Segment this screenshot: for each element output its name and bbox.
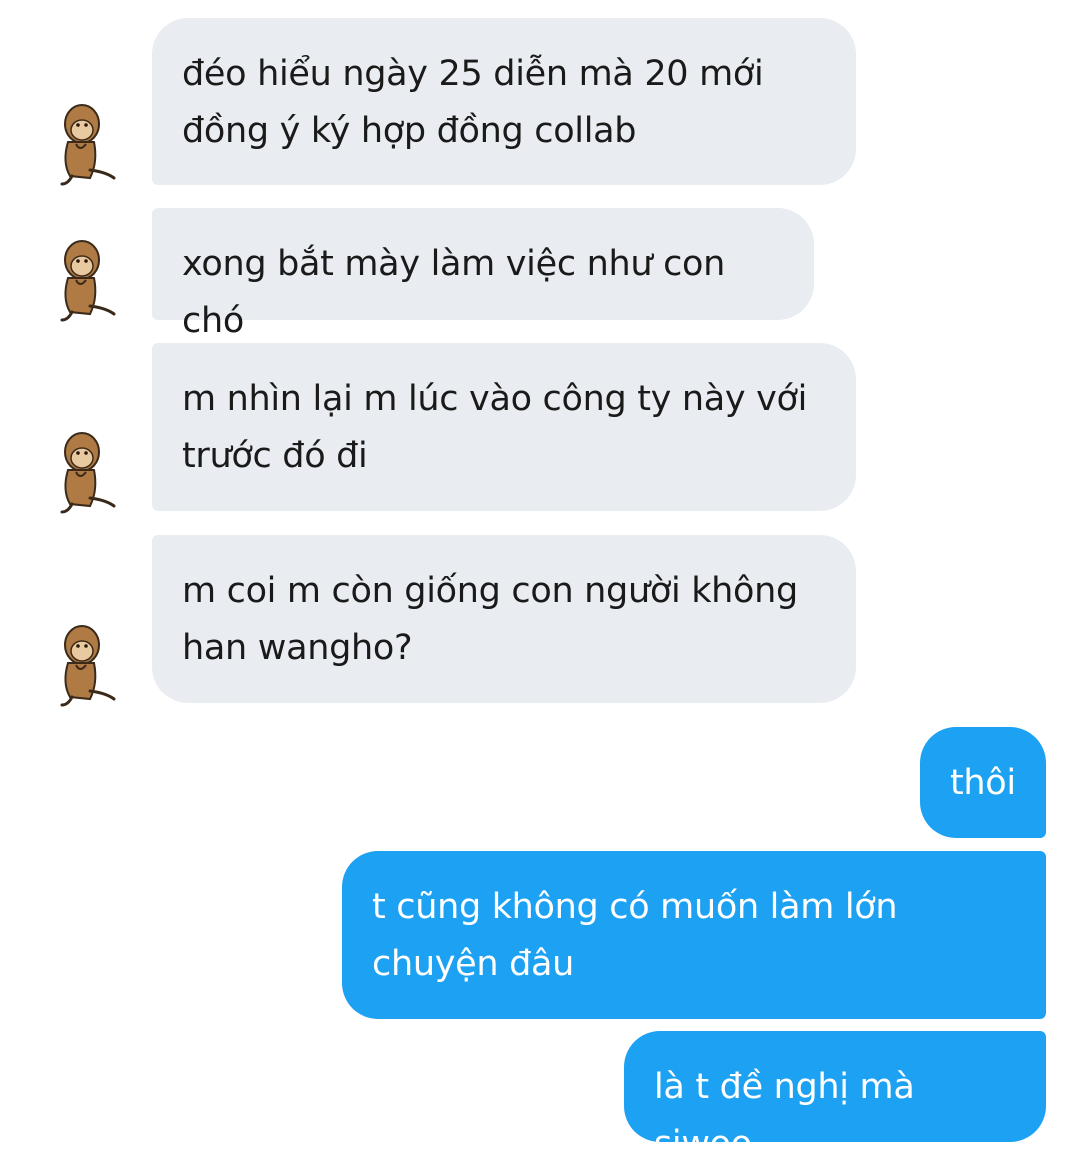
monkey-sticker-icon [60,104,116,186]
message-bubble-outgoing[interactable]: thôi [920,727,1046,838]
message-bubble-incoming[interactable]: xong bắt mày làm việc như con chó [152,208,814,341]
message-bubble-incoming[interactable]: m coi m còn giống con người không han wa… [152,535,856,703]
contact-avatar-monkey-icon[interactable] [48,621,124,711]
monkey-sticker-icon [60,625,116,707]
message-bubble-outgoing[interactable]: là t đề nghị mà siwoo [624,1031,1046,1164]
contact-avatar-monkey-icon[interactable] [48,236,124,326]
chat-thread: đéo hiểu ngày 25 diễn mà 20 mới đồng ý k… [0,0,1080,1164]
message-bubble-incoming[interactable]: m nhìn lại m lúc vào công ty này với trư… [152,343,856,511]
message-bubble-outgoing[interactable]: t cũng không có muốn làm lớn chuyện đâu [342,851,1046,1019]
message-bubble-incoming[interactable]: đéo hiểu ngày 25 diễn mà 20 mới đồng ý k… [152,18,856,185]
monkey-sticker-icon [60,240,116,322]
contact-avatar-monkey-icon[interactable] [48,100,124,190]
contact-avatar-monkey-icon[interactable] [48,428,124,518]
monkey-sticker-icon [60,432,116,514]
